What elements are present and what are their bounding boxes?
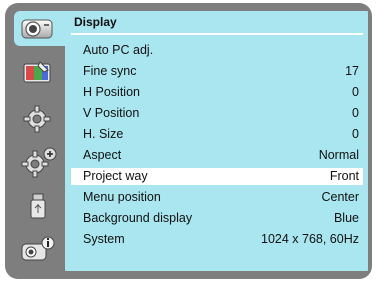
menu-item-label: System [83,232,125,246]
menu-item-label: H. Size [83,127,124,141]
menu-item-label: Fine sync [83,64,137,78]
tab-memory-viewer[interactable] [14,187,60,222]
menu-item-menu-position[interactable]: Menu position Center [71,189,363,206]
menu-item-label: Menu position [83,190,161,204]
title-divider [71,33,363,35]
tab-setting[interactable] [14,99,60,134]
menu-item-value: 0 [352,106,359,120]
tab-color-adjust[interactable] [14,55,60,90]
menu-item-label: Background display [83,211,193,225]
menu-item-project-way[interactable]: Project way Front [71,168,363,185]
menu-item-label: H Position [83,85,140,99]
menu-frame: Display Auto PC adj. Fine sync 17 H Posi… [5,3,372,279]
menu-item-v-position[interactable]: V Position 0 [71,105,363,122]
menu-item-auto-pc-adj[interactable]: Auto PC adj. [71,42,363,59]
menu-item-value: Center [321,190,359,204]
tab-expanded[interactable] [14,143,60,178]
menu-item-label: Project way [83,169,148,183]
menu-item-h-position[interactable]: H Position 0 [71,84,363,101]
gear-plus-icon [21,147,57,178]
menu-item-aspect[interactable]: Aspect Normal [71,147,363,164]
menu-item-value: 17 [345,64,359,78]
menu-item-background-display[interactable]: Background display Blue [71,210,363,227]
menu-item-value: Normal [318,148,359,162]
gear-icon [23,105,51,133]
menu-item-system[interactable]: System 1024 x 768, 60Hz [71,231,363,248]
menu-item-label: Aspect [83,148,122,162]
menu-item-label: Auto PC adj. [83,43,154,57]
menu-item-value: 0 [352,127,359,141]
usb-icon [30,193,46,219]
menu-item-label: V Position [83,106,140,120]
menu-item-value: Blue [333,211,359,225]
menu-item-fine-sync[interactable]: Fine sync 17 [71,63,363,80]
color-adjust-icon [23,61,51,83]
menu-title: Display [74,15,117,29]
menu-item-value: Front [329,169,359,183]
display-menu-panel: Display Auto PC adj. Fine sync 17 H Posi… [65,11,368,271]
tab-info[interactable] [14,231,60,266]
menu-item-value: 1024 x 768, 60Hz [261,232,359,246]
menu-item-h-size[interactable]: H. Size 0 [71,126,363,143]
menu-item-value: 0 [352,85,359,99]
tab-display[interactable] [14,11,69,46]
display-icon [21,19,53,39]
info-icon [21,236,55,261]
